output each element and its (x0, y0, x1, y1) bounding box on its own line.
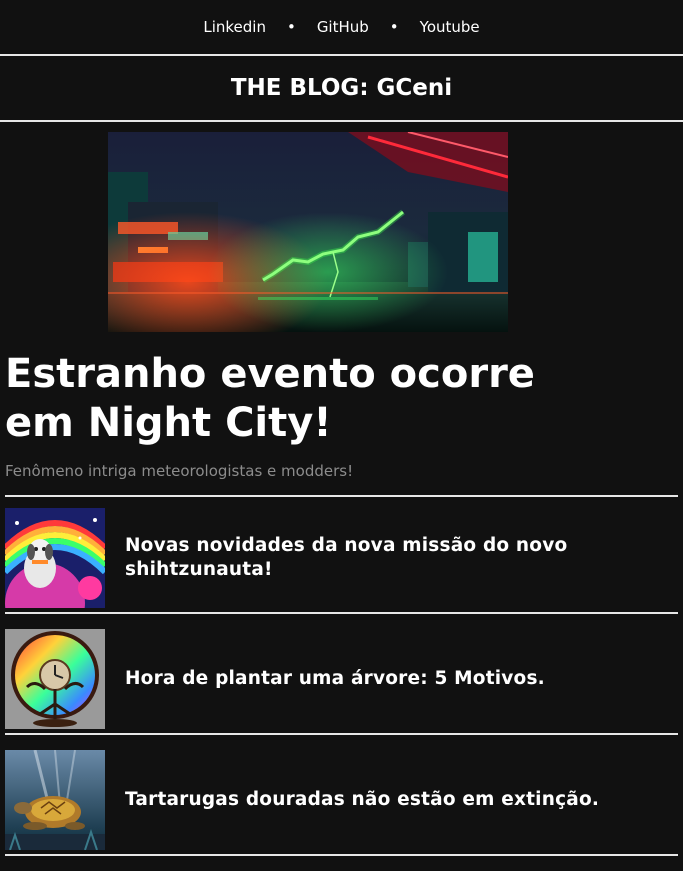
header-divider (0, 120, 683, 122)
top-nav: Linkedin • GitHub • Youtube (0, 0, 683, 54)
blog-title: THE BLOG: GCeni (230, 75, 453, 101)
featured-divider (5, 495, 678, 497)
nav-link-linkedin[interactable]: Linkedin (203, 18, 266, 36)
article-item[interactable]: Novas novidades da nova missão do novo s… (5, 508, 677, 608)
article-item[interactable]: Tartarugas douradas não estão em extinçã… (5, 750, 677, 850)
nav-link-youtube[interactable]: Youtube (420, 18, 480, 36)
article-divider (5, 733, 678, 735)
article-divider (5, 612, 678, 614)
article-item[interactable]: Hora de plantar uma árvore: 5 Motivos. (5, 629, 677, 729)
nav-separator: • (389, 18, 399, 36)
featured-headline[interactable]: Estranho evento ocorre em Night City! (5, 350, 605, 448)
nav-link-github[interactable]: GitHub (317, 18, 369, 36)
article-title[interactable]: Hora de plantar uma árvore: 5 Motivos. (125, 667, 545, 691)
tree-clock-image[interactable] (5, 629, 105, 729)
featured-image[interactable] (108, 132, 508, 332)
nav-separator: • (286, 18, 296, 36)
golden-turtle-image[interactable] (5, 750, 105, 850)
article-divider (5, 854, 678, 856)
featured-subheadline: Fenômeno intriga meteorologistas e modde… (5, 462, 354, 480)
article-title[interactable]: Tartarugas douradas não estão em extinçã… (125, 788, 599, 812)
article-title[interactable]: Novas novidades da nova missão do novo s… (125, 534, 677, 582)
shihtzu-astronaut-image[interactable] (5, 508, 105, 608)
nav-divider (0, 54, 683, 56)
